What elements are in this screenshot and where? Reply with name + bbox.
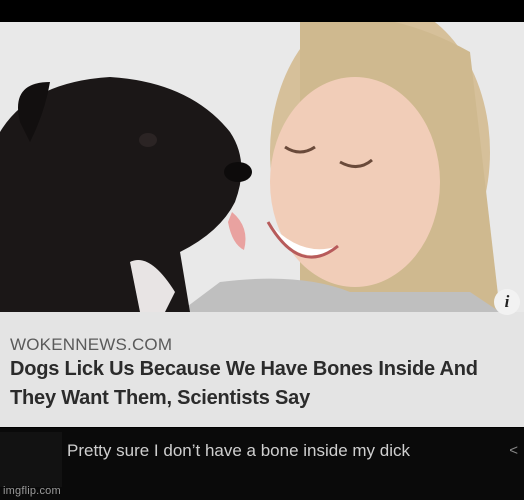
comment-text: Pretty sure I don’t have a bone inside m… [67, 441, 411, 460]
share-icon[interactable]: < [509, 442, 518, 459]
dog-and-woman-image [0, 22, 524, 312]
watermark: imgflip.com [3, 485, 61, 497]
article-photo [0, 22, 524, 312]
article-source[interactable]: WOKENNEWS.COM [10, 335, 172, 355]
avatar[interactable] [0, 432, 62, 487]
info-icon[interactable]: i [494, 289, 520, 315]
article-headline[interactable]: Dogs Lick Us Because We Have Bones Insid… [10, 355, 522, 413]
comment-row [0, 428, 524, 500]
